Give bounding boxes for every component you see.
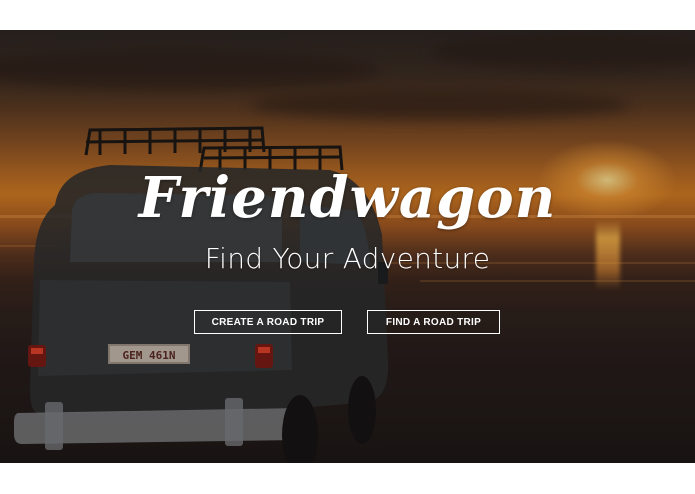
hero-tagline: Find Your Adventure	[204, 242, 491, 275]
hero-content: Friendwagon Find Your Adventure CREATE A…	[0, 30, 695, 463]
brand-title: Friendwagon	[138, 165, 557, 231]
find-road-trip-button[interactable]: FIND A ROAD TRIP	[367, 310, 500, 334]
create-road-trip-button[interactable]: CREATE A ROAD TRIP	[194, 310, 342, 334]
